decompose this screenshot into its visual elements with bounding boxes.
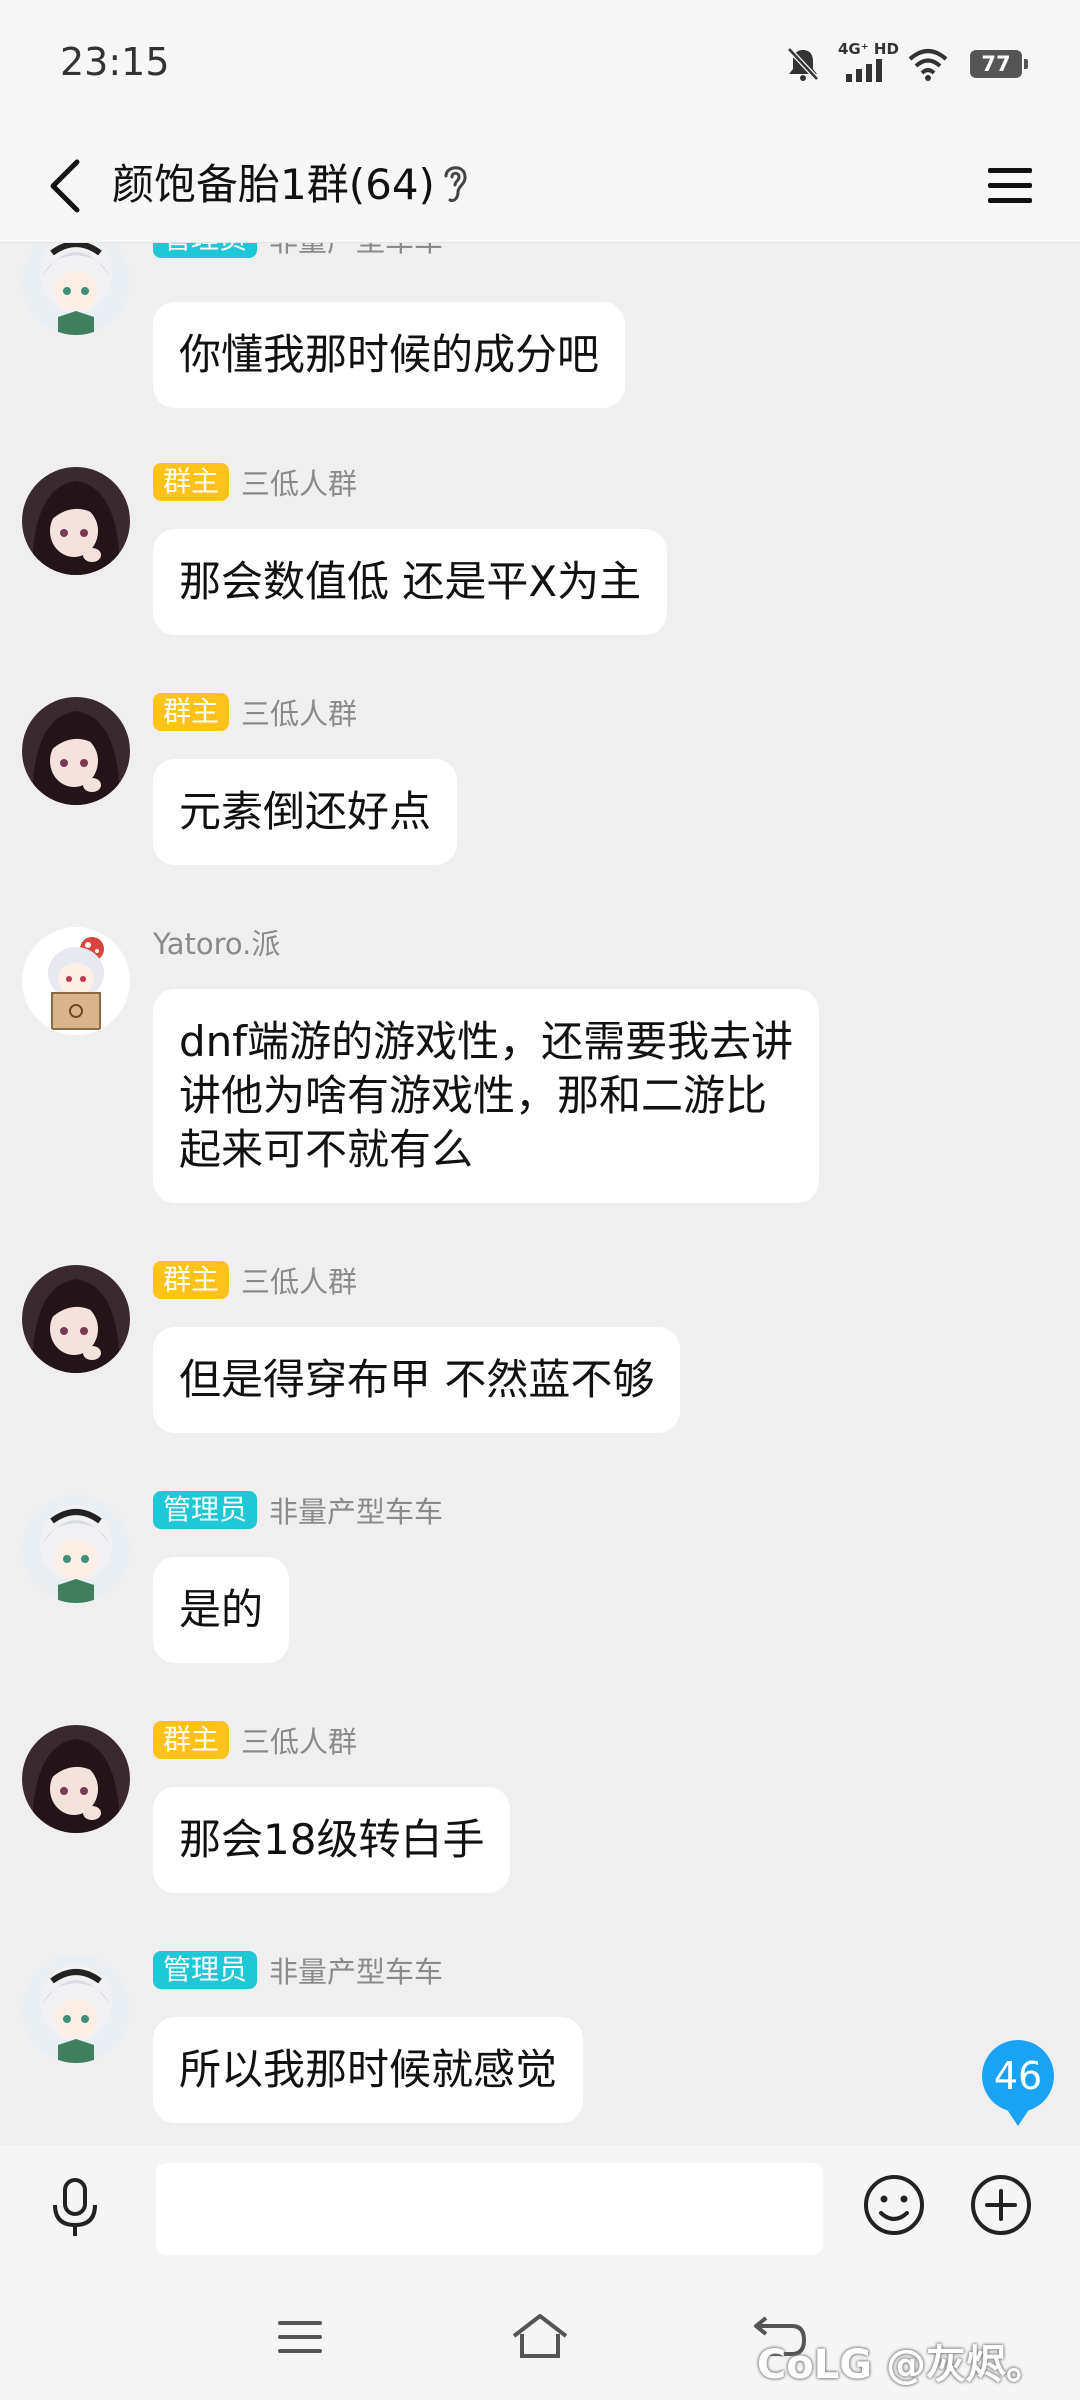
avatar-silver-hair[interactable] [22,1495,130,1603]
avatar-chibi[interactable] [22,927,130,1035]
message-meta: 管理员 非量产型车车 [153,1490,443,1530]
message-input[interactable] [156,2163,823,2255]
ear-icon[interactable] [438,160,472,206]
avatar-silver-hair[interactable] [22,243,130,335]
message-meta: 群主 三低人群 [153,692,357,732]
role-badge: 管理员 [153,1951,258,1989]
chat-header: 颜饱备胎1群(64) [0,130,1080,243]
message-bubble[interactable]: 元素倒还好点 [153,759,458,865]
role-badge: 群主 [153,1721,230,1759]
voice-button[interactable] [40,2173,110,2243]
role-badge: 管理员 [153,1491,258,1529]
hamburger-nav-icon [278,2321,322,2353]
home-icon [512,2314,568,2358]
home-button[interactable] [500,2302,580,2372]
menu-button[interactable] [970,148,1050,224]
avatar-dark-hair[interactable] [22,467,130,575]
message-bubble[interactable]: 所以我那时候就感觉 [153,2017,584,2123]
message-bubble[interactable]: 那会数值低 还是平X为主 [153,529,668,635]
message-meta: 群主 三低人群 [153,1720,357,1760]
avatar-dark-hair[interactable] [22,1725,130,1833]
menu-icon [988,168,1032,203]
message-meta: 管理员 非量产型车车 [153,243,443,259]
message-bubble[interactable]: 是的 [153,1557,290,1663]
role-badge: 群主 [153,693,230,731]
sender-name[interactable]: 非量产型车车 [269,1949,443,1991]
status-bar: 23:15 4G⁺ HD 77 [0,0,1080,130]
avatar-silver-hair[interactable] [22,1955,130,2063]
message-meta: Yatoro.派 [153,922,280,962]
plus-icon [971,2175,1031,2235]
emoji-button[interactable] [858,2169,930,2241]
mute-bell-icon [787,47,819,81]
system-navigation: CoLG @灰烬。 [0,2270,1080,2400]
message-meta: 管理员 非量产型车车 [153,1950,443,1990]
signal-icon: 4G⁺ HD [838,40,899,82]
role-badge: 管理员 [153,243,258,258]
input-bar [0,2145,1080,2270]
role-badge: 群主 [153,1261,230,1299]
role-badge: 群主 [153,463,230,501]
sender-name[interactable]: 三低人群 [241,1259,357,1301]
sender-name[interactable]: 非量产型车车 [269,243,443,260]
recent-apps-button[interactable] [260,2302,340,2372]
back-button[interactable] [30,148,100,224]
sender-name[interactable]: Yatoro.派 [153,921,280,963]
more-button[interactable] [965,2169,1037,2241]
message-bubble[interactable]: 那会18级转白手 [153,1787,511,1893]
avatar-dark-hair[interactable] [22,697,130,805]
mic-icon [53,2178,97,2236]
sender-name[interactable]: 三低人群 [241,691,357,733]
status-time: 23:15 [60,40,170,84]
status-icons: 4G⁺ HD 77 [786,40,1028,84]
chat-title[interactable]: 颜饱备胎1群(64) [112,152,435,218]
unread-count-badge[interactable]: 46 [982,2040,1054,2126]
message-bubble[interactable]: 但是得穿布甲 不然蓝不够 [153,1327,681,1433]
battery-indicator: 77 [970,50,1028,78]
sender-name[interactable]: 三低人群 [241,1719,357,1761]
message-meta: 群主 三低人群 [153,462,357,502]
sender-name[interactable]: 非量产型车车 [269,1489,443,1531]
back-arrow-icon [50,159,80,213]
avatar-dark-hair[interactable] [22,1265,130,1373]
watermark: CoLG @灰烬。 [756,2342,1046,2388]
message-bubble[interactable]: 你懂我那时候的成分吧 [153,302,626,408]
wifi-icon [908,49,948,81]
sender-name[interactable]: 三低人群 [241,461,357,503]
battery-level: 77 [981,52,1011,76]
message-meta: 群主 三低人群 [153,1260,357,1300]
message-bubble[interactable]: dnf端游的游戏性，还需要我去讲 讲他为啥有游戏性，那和二游比 起来可不就有么 [153,989,820,1203]
message-list[interactable]: 管理员 非量产型车车 你懂我那时候的成分吧 群主 三低人群 那会数值低 还是平X… [0,243,1080,2145]
emoji-icon [864,2175,924,2235]
